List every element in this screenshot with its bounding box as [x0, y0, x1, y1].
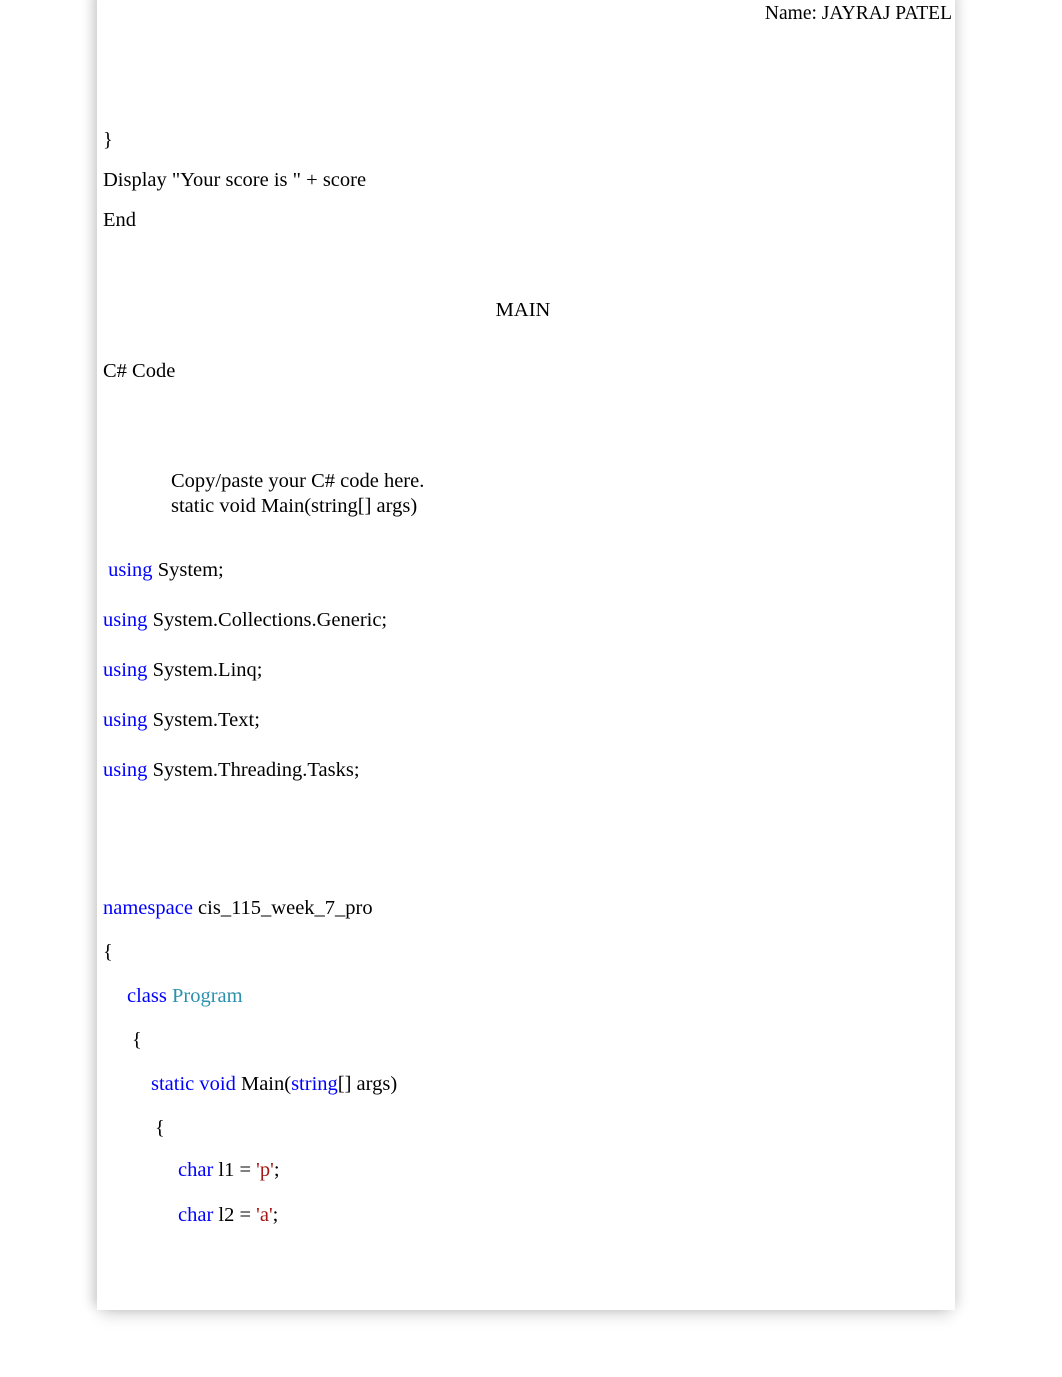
code-line-char-l2: char l2 = 'a'; — [178, 1203, 278, 1227]
code-line-char-l1: char l1 = 'p'; — [178, 1158, 280, 1182]
keyword-using: using — [108, 559, 153, 581]
namespace-path: System.Text; — [147, 709, 260, 731]
keyword-static-void: static void — [151, 1073, 236, 1095]
code-line-class-declaration: class Program — [127, 984, 243, 1008]
keyword-using: using — [103, 709, 148, 731]
keyword-namespace: namespace — [103, 897, 193, 919]
keyword-char: char — [178, 1204, 214, 1226]
main-parameters: [] args) — [337, 1073, 398, 1095]
instruction-line-1: Copy/paste your C# code here. — [171, 470, 425, 492]
class-identifier: Program — [166, 985, 243, 1007]
pseudocode-display-line: Display "Your score is " + score — [103, 169, 367, 191]
code-line-namespace-declaration: namespace cis_115_week_7_pro — [103, 896, 373, 920]
code-line-using-collections: using System.Collections.Generic; — [103, 608, 387, 632]
namespace-path: System; — [152, 559, 224, 581]
keyword-class: class — [127, 985, 167, 1007]
code-line-using-system: using System; — [103, 558, 224, 582]
pseudocode-close-brace: } — [103, 129, 113, 151]
char-literal-p: 'p' — [256, 1159, 274, 1181]
code-line-class-open-brace: { — [132, 1029, 142, 1051]
main-identifier: Main( — [235, 1073, 292, 1095]
namespace-path: System.Linq; — [147, 659, 263, 681]
code-line-namespace-open-brace: { — [103, 941, 113, 963]
namespace-path: System.Threading.Tasks; — [147, 759, 360, 781]
statement-terminator: ; — [272, 1204, 279, 1226]
code-line-main-signature: static void Main(string[] args) — [151, 1072, 397, 1096]
code-line-using-text: using System.Text; — [103, 708, 260, 732]
section-subheading-csharp-code: C# Code — [103, 360, 176, 382]
keyword-using: using — [103, 609, 148, 631]
code-line-using-tasks: using System.Threading.Tasks; — [103, 758, 360, 782]
pseudocode-end-line: End — [103, 209, 137, 231]
statement-terminator: ; — [273, 1159, 280, 1181]
char-literal-a: 'a' — [256, 1204, 273, 1226]
instruction-line-2: static void Main(string[] args) — [171, 495, 418, 517]
namespace-identifier: cis_115_week_7_pro — [192, 897, 373, 919]
variable-l2: l2 = — [213, 1204, 257, 1226]
namespace-path: System.Collections.Generic; — [147, 609, 388, 631]
document-page: Name: JAYRAJ PATEL } Display "Your score… — [97, 0, 955, 1310]
keyword-using: using — [103, 759, 148, 781]
section-heading-main: MAIN — [495, 299, 551, 321]
keyword-string: string — [291, 1073, 338, 1095]
header-name-label: Name: JAYRAJ PATEL — [764, 3, 952, 24]
code-line-using-linq: using System.Linq; — [103, 658, 262, 682]
keyword-using: using — [103, 659, 148, 681]
variable-l1: l1 = — [213, 1159, 257, 1181]
keyword-char: char — [178, 1159, 214, 1181]
document-canvas: Name: JAYRAJ PATEL } Display "Your score… — [0, 0, 1062, 1377]
code-line-main-open-brace: { — [155, 1117, 165, 1139]
